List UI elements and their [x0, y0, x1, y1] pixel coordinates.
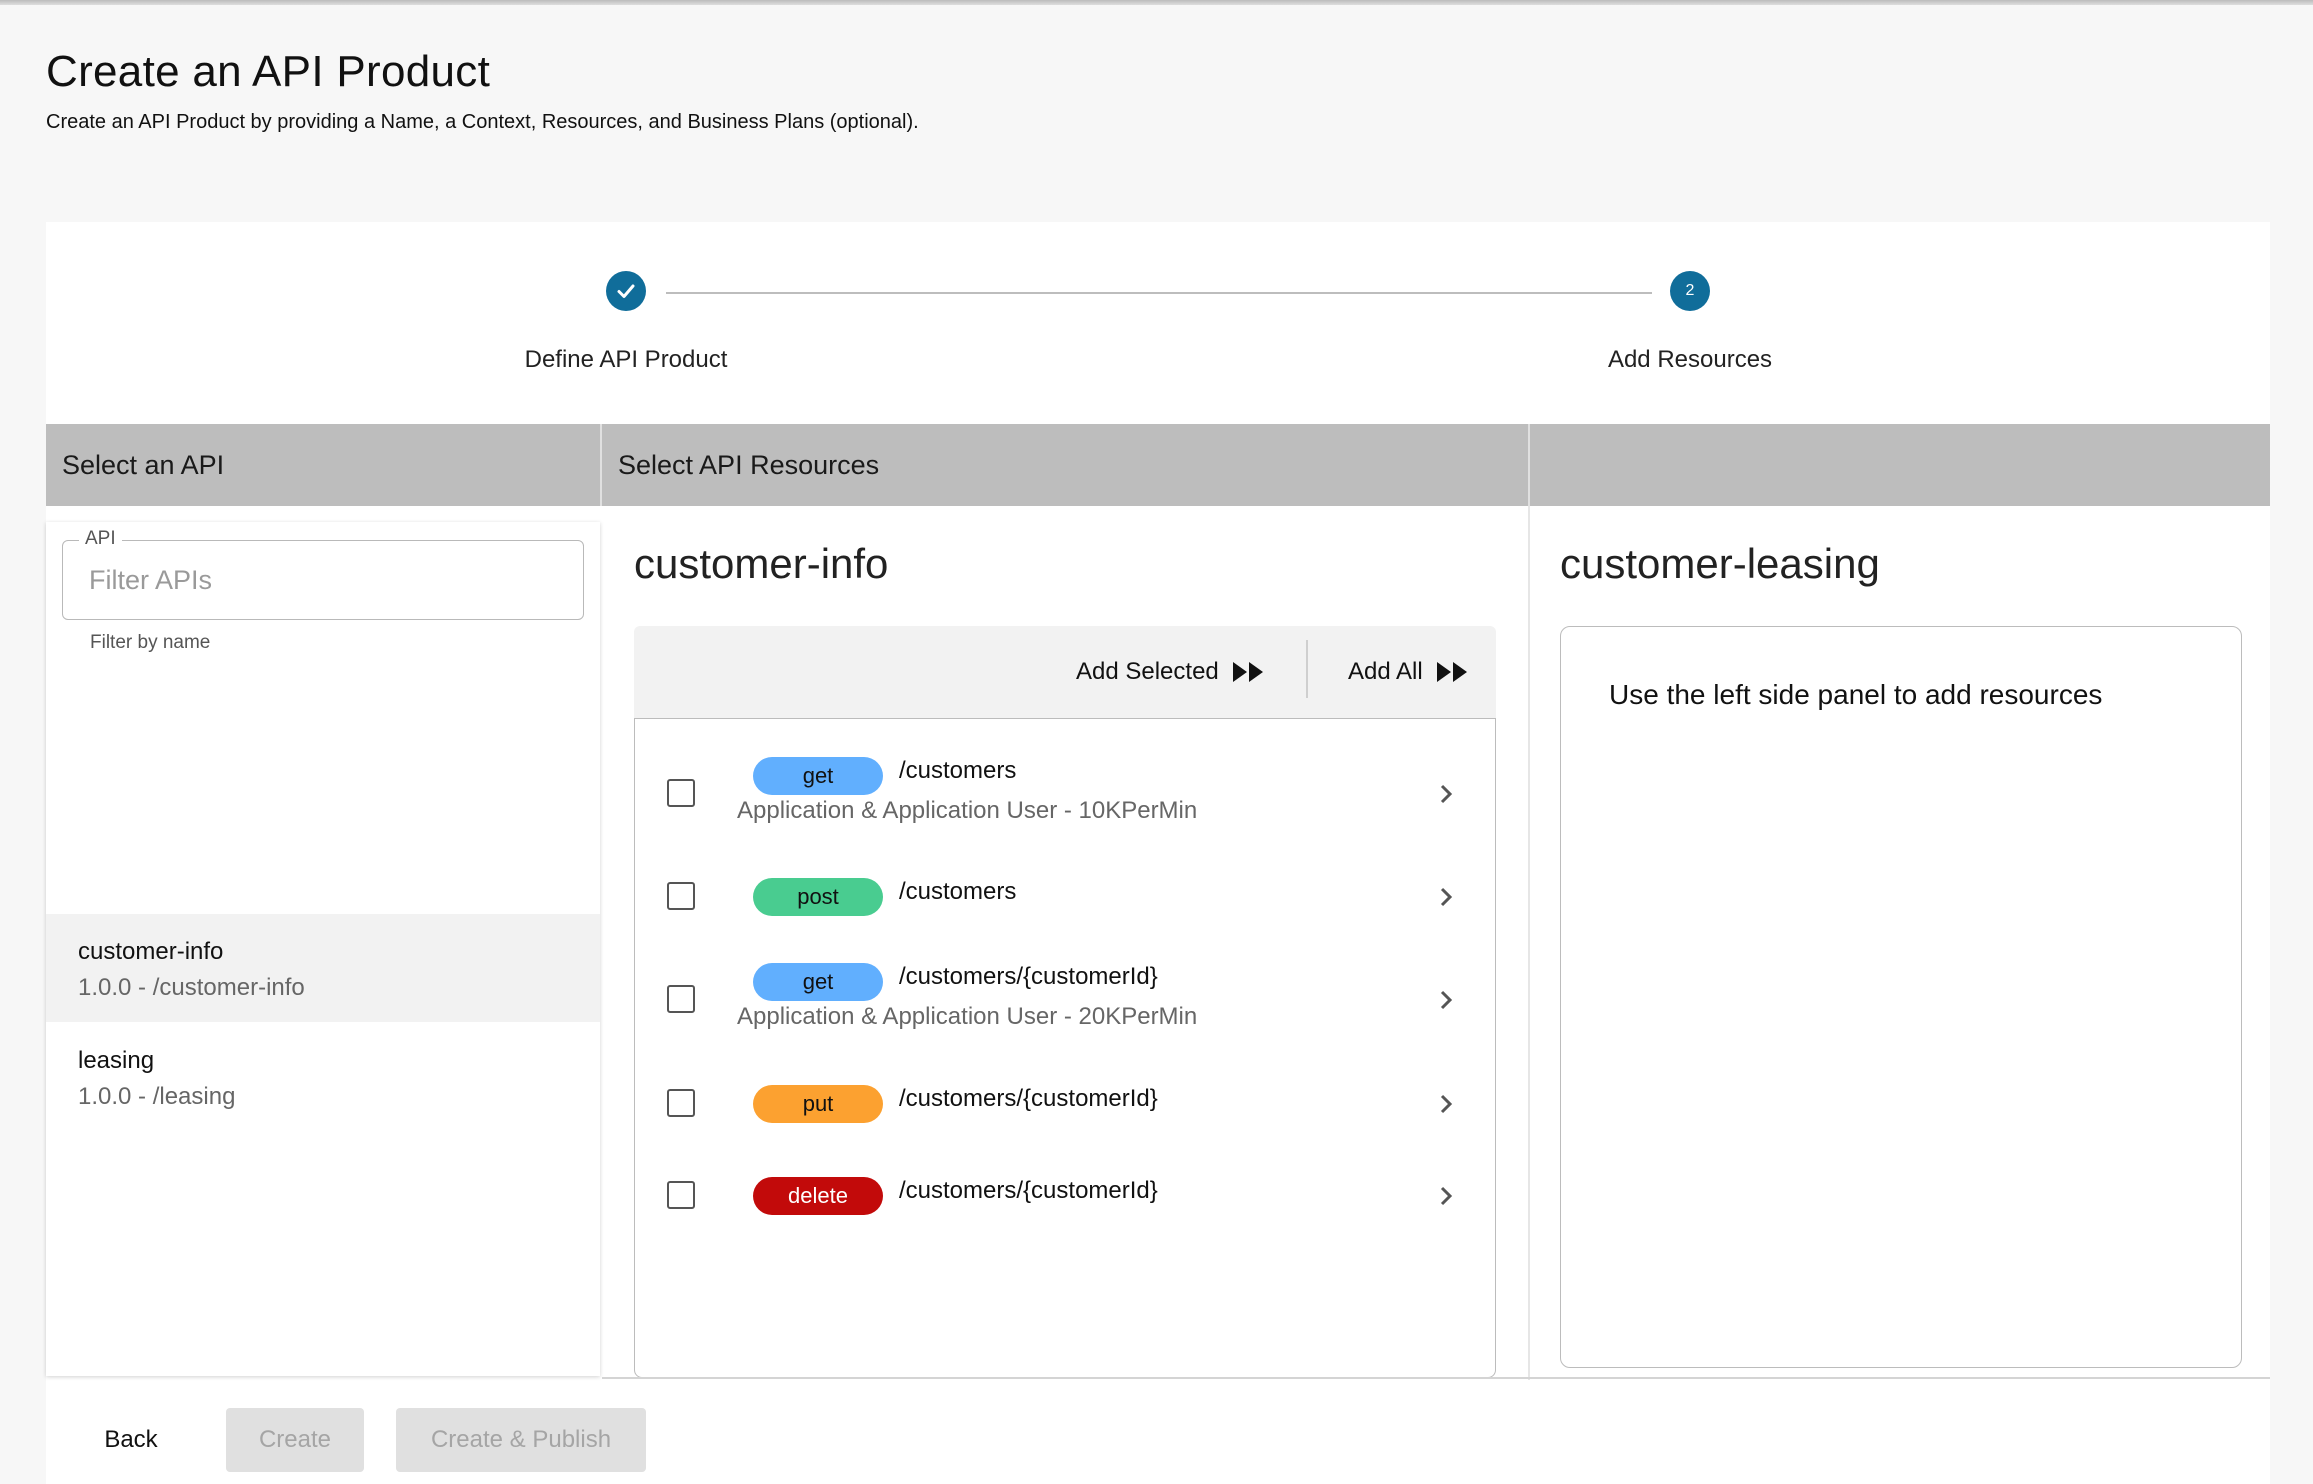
resource-checkbox[interactable]	[667, 1089, 695, 1117]
resource-policy: Application & Application User - 20KPerM…	[737, 1003, 1198, 1030]
step-2-active: 2	[1670, 271, 1710, 311]
resource-row[interactable]: delete /customers/{customerId}	[635, 1139, 1495, 1219]
step-1-completed	[606, 271, 646, 311]
resource-path: /customers/{customerId}	[899, 1177, 1158, 1204]
header-divider	[600, 424, 602, 506]
resource-row[interactable]: post /customers	[635, 859, 1495, 929]
api-version-context: 1.0.0 - /customer-info	[78, 974, 305, 1001]
header-divider	[1528, 424, 1530, 506]
panel-divider	[1528, 506, 1530, 1380]
resource-row[interactable]: get /customers/{customerId} Application …	[635, 929, 1495, 1030]
page-title: Create an API Product	[46, 47, 491, 96]
stepper-connector	[666, 292, 1652, 294]
api-filter-input[interactable]	[89, 561, 559, 599]
resource-checkbox[interactable]	[667, 779, 695, 807]
list-item-api[interactable]: leasing 1.0.0 - /leasing	[46, 1023, 600, 1131]
api-product-title: customer-leasing	[1560, 540, 1880, 587]
check-icon	[617, 284, 635, 298]
list-item-api[interactable]: customer-info 1.0.0 - /customer-info	[46, 914, 600, 1022]
top-shadow-bar	[0, 0, 2313, 5]
api-filter-helper: Filter by name	[90, 632, 211, 653]
api-version-context: 1.0.0 - /leasing	[78, 1083, 236, 1110]
api-name: customer-info	[78, 938, 224, 965]
resource-checkbox[interactable]	[667, 985, 695, 1013]
resource-path: /customers	[899, 757, 1017, 784]
resource-path: /customers/{customerId}	[899, 1085, 1158, 1112]
api-filter-label: API	[79, 528, 122, 550]
resource-policy: Application & Application User - 10KPerM…	[737, 797, 1198, 824]
http-verb-badge: delete	[753, 1177, 883, 1215]
resource-path: /customers	[899, 878, 1017, 905]
resource-row[interactable]: put /customers/{customerId}	[635, 1049, 1495, 1129]
http-verb-badge: get	[753, 963, 883, 1001]
action-divider	[1306, 640, 1308, 698]
selected-api-title: customer-info	[634, 540, 889, 587]
resource-checkbox[interactable]	[667, 1181, 695, 1209]
step-2-label: Add Resources	[1607, 346, 1773, 373]
create-and-publish-button[interactable]: Create & Publish	[396, 1408, 646, 1472]
select-resources-header: Select API Resources	[618, 449, 880, 480]
step-1-label: Define API Product	[524, 346, 728, 373]
chevron-right-icon[interactable]	[1433, 1091, 1459, 1117]
resource-list: get /customers Application & Application…	[634, 718, 1496, 1378]
api-filter-field: API	[62, 528, 584, 620]
chevron-right-icon[interactable]	[1433, 781, 1459, 807]
chevron-right-icon[interactable]	[1433, 987, 1459, 1013]
panels-bottom-divider	[602, 1377, 2270, 1379]
back-button[interactable]: Back	[76, 1408, 186, 1472]
http-verb-badge: put	[753, 1085, 883, 1123]
add-all-button[interactable]: Add All	[1348, 626, 1471, 718]
chevron-right-icon[interactable]	[1433, 1183, 1459, 1209]
resources-action-bar: Add Selected Add All	[634, 626, 1496, 718]
create-button[interactable]: Create	[226, 1408, 364, 1472]
add-all-label: Add All	[1348, 658, 1423, 685]
http-verb-badge: post	[753, 878, 883, 916]
chevron-right-icon[interactable]	[1433, 884, 1459, 910]
add-selected-label: Add Selected	[1076, 658, 1219, 685]
api-name: leasing	[78, 1047, 155, 1074]
wizard-card: 2 Define API Product Add Resources Selec…	[46, 222, 2270, 1484]
http-verb-badge: get	[753, 757, 883, 795]
fast-forward-icon	[1436, 662, 1467, 682]
add-selected-button[interactable]: Add Selected	[1076, 626, 1267, 718]
product-resources-box: Use the left side panel to add resources	[1560, 626, 2242, 1368]
empty-state-message: Use the left side panel to add resources	[1609, 679, 2103, 710]
resource-path: /customers/{customerId}	[899, 963, 1158, 990]
page-subtitle: Create an API Product by providing a Nam…	[46, 111, 919, 133]
api-list-panel: API Filter by name customer-info 1.0.0 -…	[46, 522, 600, 1376]
select-api-header: Select an API	[62, 449, 225, 480]
fast-forward-icon	[1232, 662, 1263, 682]
resource-checkbox[interactable]	[667, 882, 695, 910]
columns-header: Select an API Select API Resources	[46, 424, 2270, 506]
resource-row[interactable]: get /customers Application & Application…	[635, 719, 1495, 824]
